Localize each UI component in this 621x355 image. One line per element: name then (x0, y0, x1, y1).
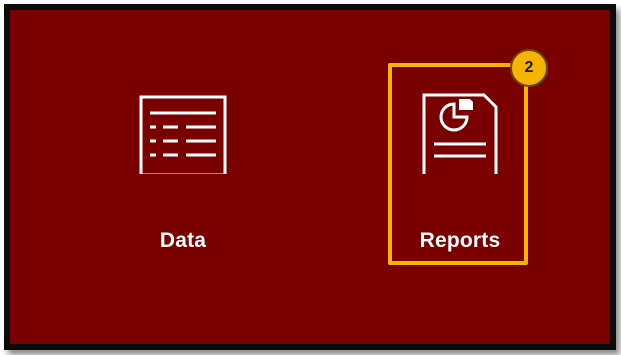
step-badge: 2 (510, 49, 548, 87)
data-label: Data (159, 229, 207, 252)
data-tile[interactable]: Data (108, 70, 258, 270)
highlight-box (388, 63, 528, 265)
table-icon (139, 95, 227, 174)
